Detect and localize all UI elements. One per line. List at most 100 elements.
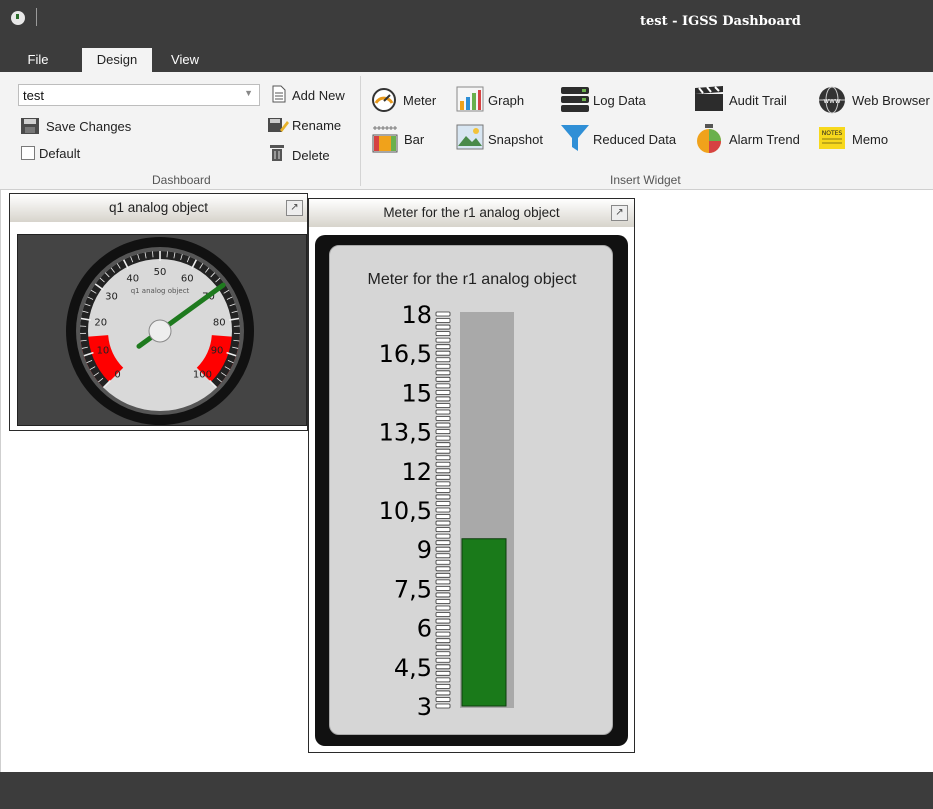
expand-icon[interactable]: ↗ xyxy=(611,205,628,221)
insert-audit-trail-button[interactable]: Audit Trail xyxy=(729,93,787,108)
bar-meter-tick xyxy=(435,677,451,683)
bar-meter-tick xyxy=(435,651,451,657)
insert-log-data-button[interactable]: Log Data xyxy=(593,93,646,108)
graph-icon xyxy=(456,86,484,112)
bar-meter-tick xyxy=(435,357,451,363)
snapshot-icon xyxy=(456,124,484,150)
delete-icon xyxy=(270,145,284,161)
insert-memo-button[interactable]: Memo xyxy=(852,132,888,147)
bar-meter-tick xyxy=(435,612,451,617)
gauge-scale-label: 100 xyxy=(193,369,212,380)
gauge-widget[interactable]: q1 analog object ↗ 010203040506070809010… xyxy=(9,193,308,431)
default-label: Default xyxy=(39,146,81,161)
bar-meter-tick xyxy=(435,448,451,454)
bar-meter-scale-label: 18 xyxy=(401,301,432,329)
delete-button[interactable]: Delete xyxy=(292,148,330,163)
bar-meter-widget[interactable]: Meter for the r1 analog object ↗ Meter f… xyxy=(308,198,635,753)
audit-trail-icon xyxy=(695,86,723,111)
insert-widget-group-label: Insert Widget xyxy=(610,173,681,187)
insert-meter-button[interactable]: Meter xyxy=(403,93,436,108)
bar-meter-tick xyxy=(435,461,451,467)
save-icon xyxy=(21,118,39,134)
save-changes-button[interactable]: Save Changes xyxy=(46,119,131,134)
insert-reduced-data-button[interactable]: Reduced Data xyxy=(593,132,676,147)
bar-meter-scale: Meter for the r1 analog object 18 16,5 15 13… xyxy=(367,271,577,721)
bar-meter-tick xyxy=(435,409,451,415)
meter-icon xyxy=(372,88,396,112)
dashboard-combo[interactable]: test ▼ xyxy=(18,84,260,106)
bar-meter-tick xyxy=(435,481,451,487)
gauge-scale-label: 30 xyxy=(105,292,118,303)
bar-meter-tick xyxy=(435,383,451,389)
bar-meter-tick xyxy=(435,579,451,585)
bar-meter-tick xyxy=(435,422,451,428)
insert-web-browser-button[interactable]: Web Browser xyxy=(852,93,930,108)
rename-button[interactable]: Rename xyxy=(292,118,341,133)
insert-graph-button[interactable]: Graph xyxy=(488,93,524,108)
bar-meter-scale-label: 6 xyxy=(417,615,432,643)
bar-meter-tick xyxy=(435,337,451,343)
gauge-scale-label: 10 xyxy=(97,346,110,357)
bar-meter-tick xyxy=(435,507,451,513)
bar-meter-tick xyxy=(435,670,451,676)
bar-meter-tick xyxy=(435,605,451,611)
insert-alarm-trend-button[interactable]: Alarm Trend xyxy=(729,132,800,147)
app-icon[interactable] xyxy=(11,11,25,25)
log-data-icon xyxy=(561,87,589,112)
svg-text:www: www xyxy=(823,97,840,105)
gauge-scale-label: 0 xyxy=(114,369,120,380)
default-checkbox[interactable] xyxy=(21,146,35,160)
bar-meter-tick xyxy=(435,527,451,533)
bar-meter-tick xyxy=(435,533,451,539)
dashboard-group-label: Dashboard xyxy=(152,173,211,187)
gauge-dial-label: q1 analog object xyxy=(131,287,190,295)
title-bar: test - IGSS Dashboard xyxy=(0,0,933,44)
bar-meter-tick xyxy=(435,324,451,330)
group-divider xyxy=(360,76,361,186)
tab-file[interactable]: File xyxy=(18,48,58,72)
add-new-button[interactable]: Add New xyxy=(292,88,345,103)
bar-meter-tick xyxy=(435,370,451,376)
bar-meter-tick xyxy=(435,396,451,402)
bar-meter-tick xyxy=(435,638,451,644)
insert-bar-button[interactable]: Bar xyxy=(404,132,424,147)
bar-meter-tick xyxy=(435,311,451,317)
bar-meter-scale-label: 4,5 xyxy=(394,654,432,682)
bar-meter-tick xyxy=(435,331,451,336)
bar-meter-scale-label: 7,5 xyxy=(394,575,432,603)
ribbon-tabs: File Design View xyxy=(0,44,933,72)
bar-meter-tick xyxy=(435,389,451,395)
bar-meter-frame: Meter for the r1 analog object 18 16,5 15 13… xyxy=(315,235,628,746)
bar-meter-tick xyxy=(435,363,451,369)
tab-view[interactable]: View xyxy=(160,48,210,72)
bar-meter-tick xyxy=(435,468,451,474)
chevron-down-icon[interactable]: ▼ xyxy=(244,88,253,98)
bar-meter-tick xyxy=(435,625,451,631)
gauge-scale-label: 40 xyxy=(126,274,139,285)
expand-icon[interactable]: ↗ xyxy=(286,200,303,216)
bar-meter-tick xyxy=(435,494,451,500)
bar-meter-scale-label: 3 xyxy=(417,693,432,721)
add-new-icon xyxy=(272,85,286,103)
tab-design[interactable]: Design xyxy=(82,48,152,72)
title-separator xyxy=(36,8,37,26)
bar-meter-tick xyxy=(435,376,451,382)
gauge-display: 0102030405060708090100q1 analog object xyxy=(17,234,307,426)
bar-meter-tick xyxy=(435,429,451,435)
bar-meter-tick xyxy=(435,416,451,421)
bar-meter-scale-label: 12 xyxy=(401,458,432,486)
web-browser-icon: www xyxy=(819,86,845,114)
bar-meter-tick xyxy=(435,455,451,461)
gauge-scale-label: 60 xyxy=(181,274,194,285)
bar-meter-tick xyxy=(435,618,451,624)
bar-meter-scale-label: 15 xyxy=(401,379,432,407)
bar-meter-tick xyxy=(435,474,451,480)
gauge-hub xyxy=(148,319,172,343)
bar-meter-tick xyxy=(435,585,451,591)
bar-meter-tick xyxy=(435,631,451,637)
bar-meter-tick xyxy=(435,690,451,696)
bar-meter-tick xyxy=(435,553,451,559)
bar-meter-tick xyxy=(435,572,451,578)
bar-meter-widget-title: Meter for the r1 analog object xyxy=(309,199,634,227)
insert-snapshot-button[interactable]: Snapshot xyxy=(488,132,543,147)
